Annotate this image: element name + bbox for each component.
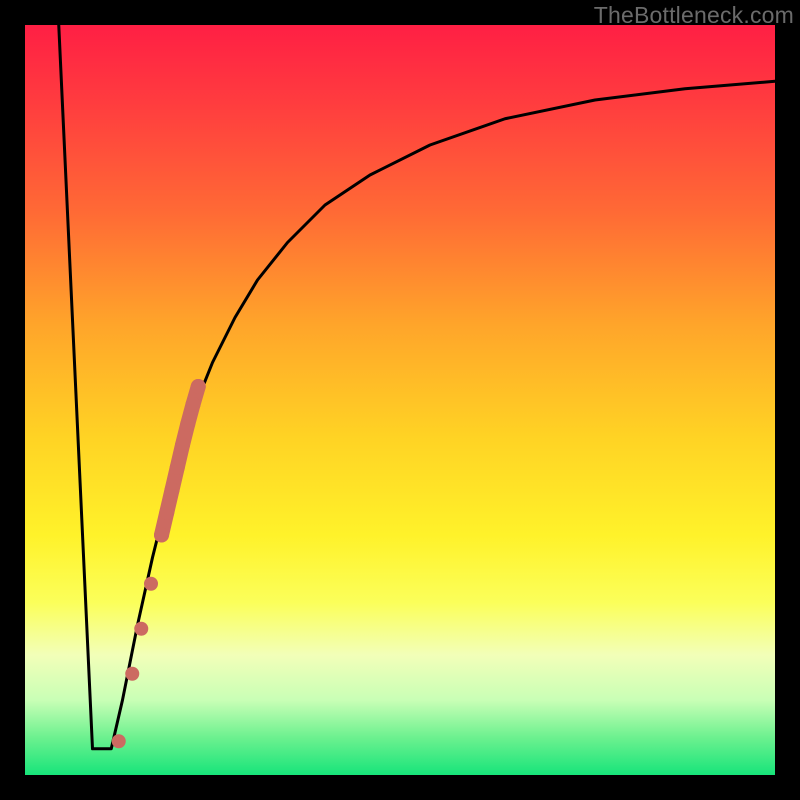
watermark-text: TheBottleneck.com xyxy=(594,2,794,29)
highlight-dot xyxy=(175,438,190,453)
plot-area xyxy=(25,25,775,775)
highlight-dot xyxy=(144,577,158,591)
highlight-dot xyxy=(159,505,174,520)
marker-layer xyxy=(112,379,206,748)
highlight-dot xyxy=(170,460,185,475)
chart-frame: TheBottleneck.com xyxy=(0,0,800,800)
highlight-dot xyxy=(154,528,169,543)
bottleneck-curve xyxy=(59,25,775,749)
highlight-dot xyxy=(134,622,148,636)
highlight-dot xyxy=(165,483,180,498)
highlight-dot xyxy=(125,667,139,681)
highlight-dot xyxy=(186,397,201,412)
highlight-dot xyxy=(112,734,126,748)
highlight-dot xyxy=(180,417,195,432)
highlight-dot xyxy=(191,379,206,394)
curve-layer xyxy=(59,25,775,749)
chart-svg xyxy=(25,25,775,775)
